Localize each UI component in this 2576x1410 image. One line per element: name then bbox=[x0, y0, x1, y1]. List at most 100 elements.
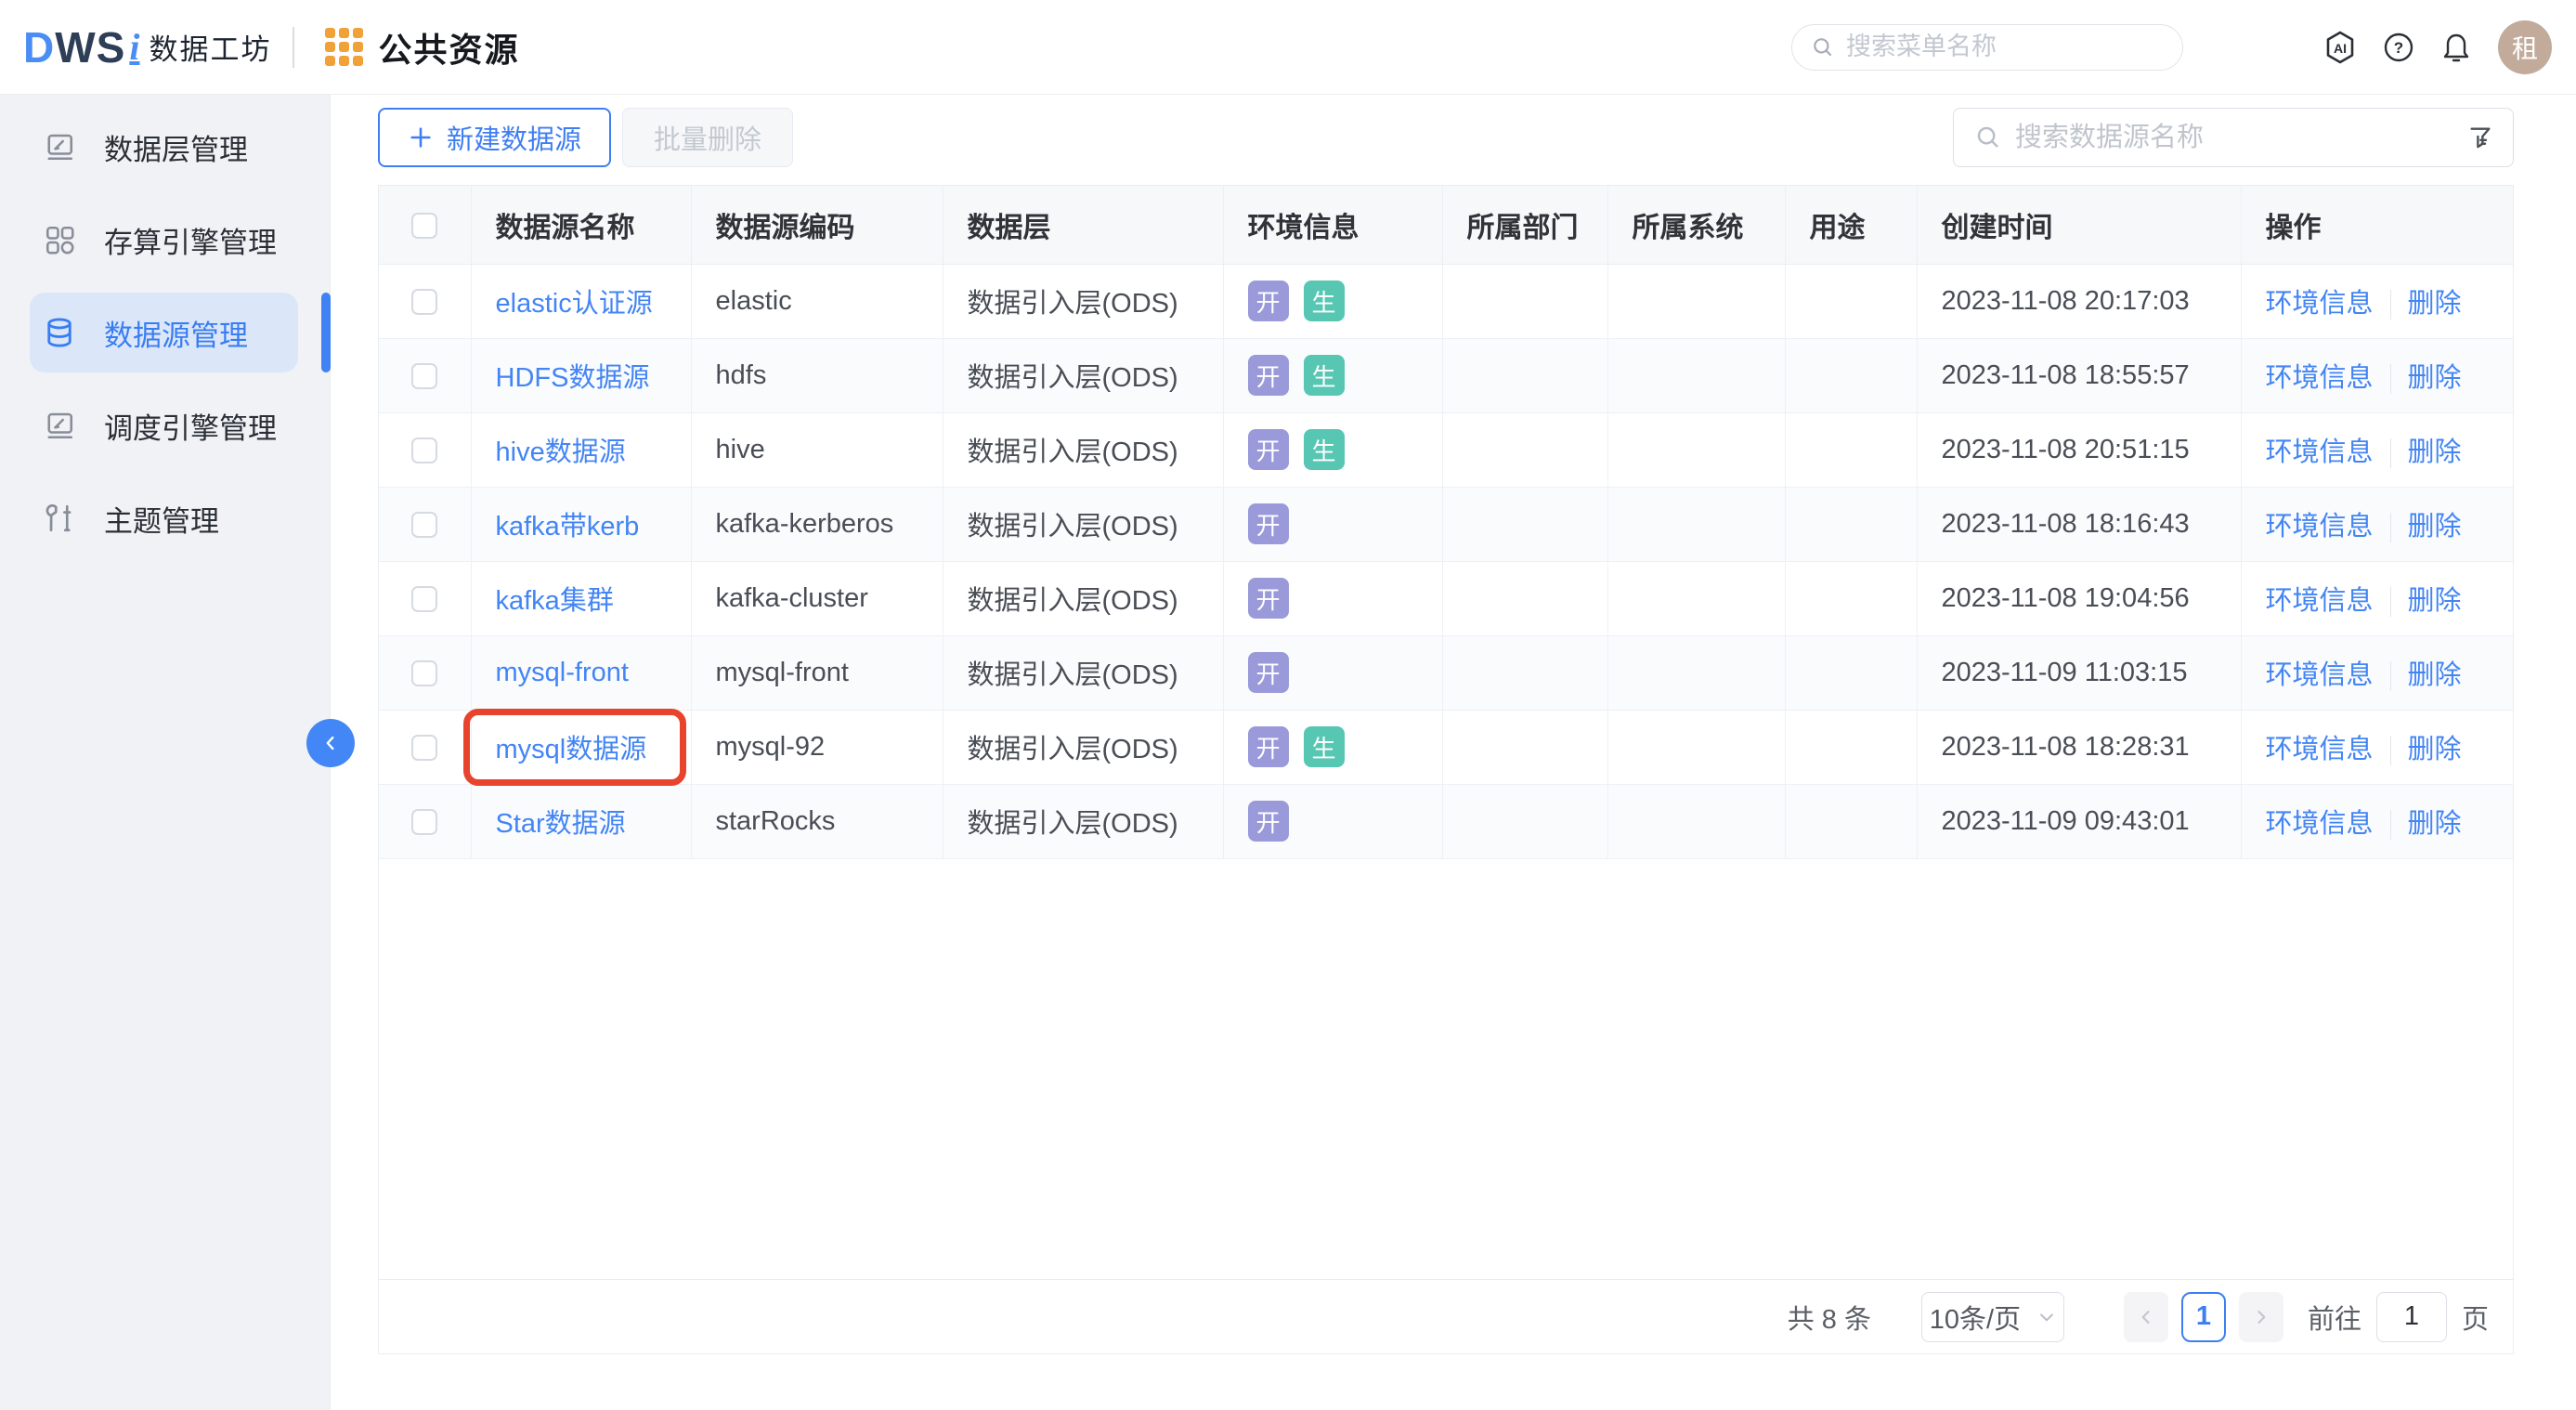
delete-link[interactable]: 删除 bbox=[2408, 363, 2462, 393]
user-avatar[interactable]: 租 bbox=[2498, 20, 2552, 74]
column-header-actions: 操作 bbox=[2241, 186, 2513, 264]
table-row: mysql数据源mysql-92数据引入层(ODS)开生2023-11-08 1… bbox=[379, 710, 2513, 784]
sidebar-item-storage-compute-engine[interactable]: 存算引擎管理 bbox=[0, 193, 330, 286]
row-checkbox-cell bbox=[379, 784, 471, 858]
delete-link[interactable]: 删除 bbox=[2408, 512, 2462, 542]
env-tag: 开 bbox=[1248, 726, 1289, 767]
column-header-code: 数据源编码 bbox=[691, 186, 943, 264]
page-number-1[interactable]: 1 bbox=[2181, 1292, 2226, 1342]
select-all-checkbox[interactable] bbox=[411, 213, 437, 239]
new-datasource-button[interactable]: 新建数据源 bbox=[378, 108, 611, 167]
main-row: 数据层管理 存算引擎管理 数据源管理 bbox=[0, 95, 2576, 1410]
app-grid-icon[interactable] bbox=[325, 28, 363, 66]
next-page-button[interactable] bbox=[2239, 1292, 2283, 1342]
system-cell bbox=[1607, 264, 1785, 338]
created-time-cell: 2023-11-08 18:16:43 bbox=[1917, 487, 2241, 561]
actions-cell: 环境信息 删除 bbox=[2241, 264, 2513, 338]
env-info-link[interactable]: 环境信息 bbox=[2266, 512, 2374, 542]
department-cell bbox=[1442, 264, 1607, 338]
plus-icon bbox=[408, 124, 434, 150]
env-tag: 开 bbox=[1248, 801, 1289, 842]
datasource-code-cell: kafka-kerberos bbox=[691, 487, 943, 561]
sidebar-collapse-button[interactable] bbox=[306, 719, 355, 767]
env-info-link[interactable]: 环境信息 bbox=[2266, 363, 2374, 393]
batch-delete-button[interactable]: 批量删除 bbox=[622, 108, 793, 167]
department-cell bbox=[1442, 487, 1607, 561]
delete-link[interactable]: 删除 bbox=[2408, 289, 2462, 319]
prev-page-button[interactable] bbox=[2124, 1292, 2168, 1342]
datasource-name-link[interactable]: HDFS数据源 bbox=[496, 363, 650, 393]
sidebar-item-scheduler-engine[interactable]: 调度引擎管理 bbox=[0, 379, 330, 472]
env-info-link[interactable]: 环境信息 bbox=[2266, 809, 2374, 839]
delete-link[interactable]: 删除 bbox=[2408, 586, 2462, 616]
env-tag: 生 bbox=[1304, 726, 1345, 767]
datasource-name-link[interactable]: mysql-front bbox=[496, 658, 629, 687]
sidebar-item-label: 调度引擎管理 bbox=[104, 405, 277, 447]
actions-cell: 环境信息 删除 bbox=[2241, 487, 2513, 561]
filter-funnel-icon[interactable] bbox=[2466, 124, 2494, 151]
row-checkbox[interactable] bbox=[411, 586, 437, 612]
datasource-name-link[interactable]: kafka集群 bbox=[496, 586, 614, 616]
datasource-name-link[interactable]: mysql数据源 bbox=[496, 735, 647, 764]
datasource-name-link[interactable]: elastic认证源 bbox=[496, 289, 653, 319]
row-checkbox[interactable] bbox=[411, 512, 437, 538]
actions-cell: 环境信息 删除 bbox=[2241, 338, 2513, 412]
datasource-name-cell: kafka集群 bbox=[471, 561, 691, 635]
datasource-name-cell: HDFS数据源 bbox=[471, 338, 691, 412]
row-checkbox[interactable] bbox=[411, 809, 437, 835]
delete-link[interactable]: 删除 bbox=[2408, 660, 2462, 690]
datasource-name-link[interactable]: kafka带kerb bbox=[496, 512, 640, 542]
brand-i: i bbox=[129, 25, 139, 69]
ai-assistant-icon[interactable]: AI bbox=[2322, 30, 2358, 65]
help-icon[interactable]: ? bbox=[2383, 32, 2414, 63]
sidebar-item-theme-management[interactable]: 主题管理 bbox=[0, 472, 330, 565]
datasource-code-cell: mysql-92 bbox=[691, 710, 943, 784]
column-header-name: 数据源名称 bbox=[471, 186, 691, 264]
pagination-total: 共 8 条 bbox=[1788, 1298, 1871, 1337]
toolbar: 新建数据源 批量删除 bbox=[378, 108, 2514, 167]
brand-logo: DWS i 数据工坊 公共资源 bbox=[23, 23, 519, 72]
delete-link[interactable]: 删除 bbox=[2408, 437, 2462, 467]
env-info-link[interactable]: 环境信息 bbox=[2266, 437, 2374, 467]
menu-search-input[interactable] bbox=[1846, 33, 2175, 61]
row-checkbox[interactable] bbox=[411, 735, 437, 761]
datasource-name-link[interactable]: hive数据源 bbox=[496, 437, 626, 467]
actions-cell: 环境信息 删除 bbox=[2241, 635, 2513, 710]
action-divider bbox=[2390, 736, 2391, 765]
env-tag: 开 bbox=[1248, 429, 1289, 470]
action-divider bbox=[2390, 661, 2391, 691]
sidebar-item-data-layer[interactable]: 数据层管理 bbox=[0, 100, 330, 193]
page-size-select[interactable]: 10条/页 bbox=[1921, 1292, 2064, 1342]
env-info-link[interactable]: 环境信息 bbox=[2266, 735, 2374, 764]
chevron-right-icon bbox=[2252, 1308, 2270, 1326]
row-checkbox[interactable] bbox=[411, 363, 437, 389]
chevron-down-icon bbox=[2037, 1308, 2056, 1326]
row-checkbox[interactable] bbox=[411, 660, 437, 686]
data-layer-cell: 数据引入层(ODS) bbox=[943, 412, 1223, 487]
datasource-name-cell: mysql-front bbox=[471, 635, 691, 710]
delete-link[interactable]: 删除 bbox=[2408, 735, 2462, 764]
menu-search-box[interactable] bbox=[1791, 24, 2183, 71]
column-header-env: 环境信息 bbox=[1223, 186, 1442, 264]
datasource-search-box[interactable] bbox=[1953, 108, 2514, 167]
notifications-bell-icon[interactable] bbox=[2439, 31, 2473, 64]
content-area: 新建数据源 批量删除 bbox=[331, 95, 2576, 1410]
row-checkbox-cell bbox=[379, 338, 471, 412]
row-checkbox-cell bbox=[379, 710, 471, 784]
env-info-link[interactable]: 环境信息 bbox=[2266, 289, 2374, 319]
data-layer-cell: 数据引入层(ODS) bbox=[943, 561, 1223, 635]
department-cell bbox=[1442, 561, 1607, 635]
chevron-left-icon bbox=[320, 733, 341, 753]
delete-link[interactable]: 删除 bbox=[2408, 809, 2462, 839]
datasource-search-input[interactable] bbox=[2015, 123, 2453, 153]
env-info-link[interactable]: 环境信息 bbox=[2266, 660, 2374, 690]
row-checkbox[interactable] bbox=[411, 289, 437, 315]
top-header: DWS i 数据工坊 公共资源 AI ? bbox=[0, 0, 2576, 95]
row-checkbox[interactable] bbox=[411, 437, 437, 463]
env-info-link[interactable]: 环境信息 bbox=[2266, 586, 2374, 616]
sidebar-item-datasource-management[interactable]: 数据源管理 bbox=[0, 286, 330, 379]
goto-page-input[interactable] bbox=[2376, 1292, 2447, 1342]
datasource-name-link[interactable]: Star数据源 bbox=[496, 809, 626, 839]
brand-dws: DWS bbox=[23, 26, 125, 69]
table-row: kafka带kerbkafka-kerberos数据引入层(ODS)开2023-… bbox=[379, 487, 2513, 561]
